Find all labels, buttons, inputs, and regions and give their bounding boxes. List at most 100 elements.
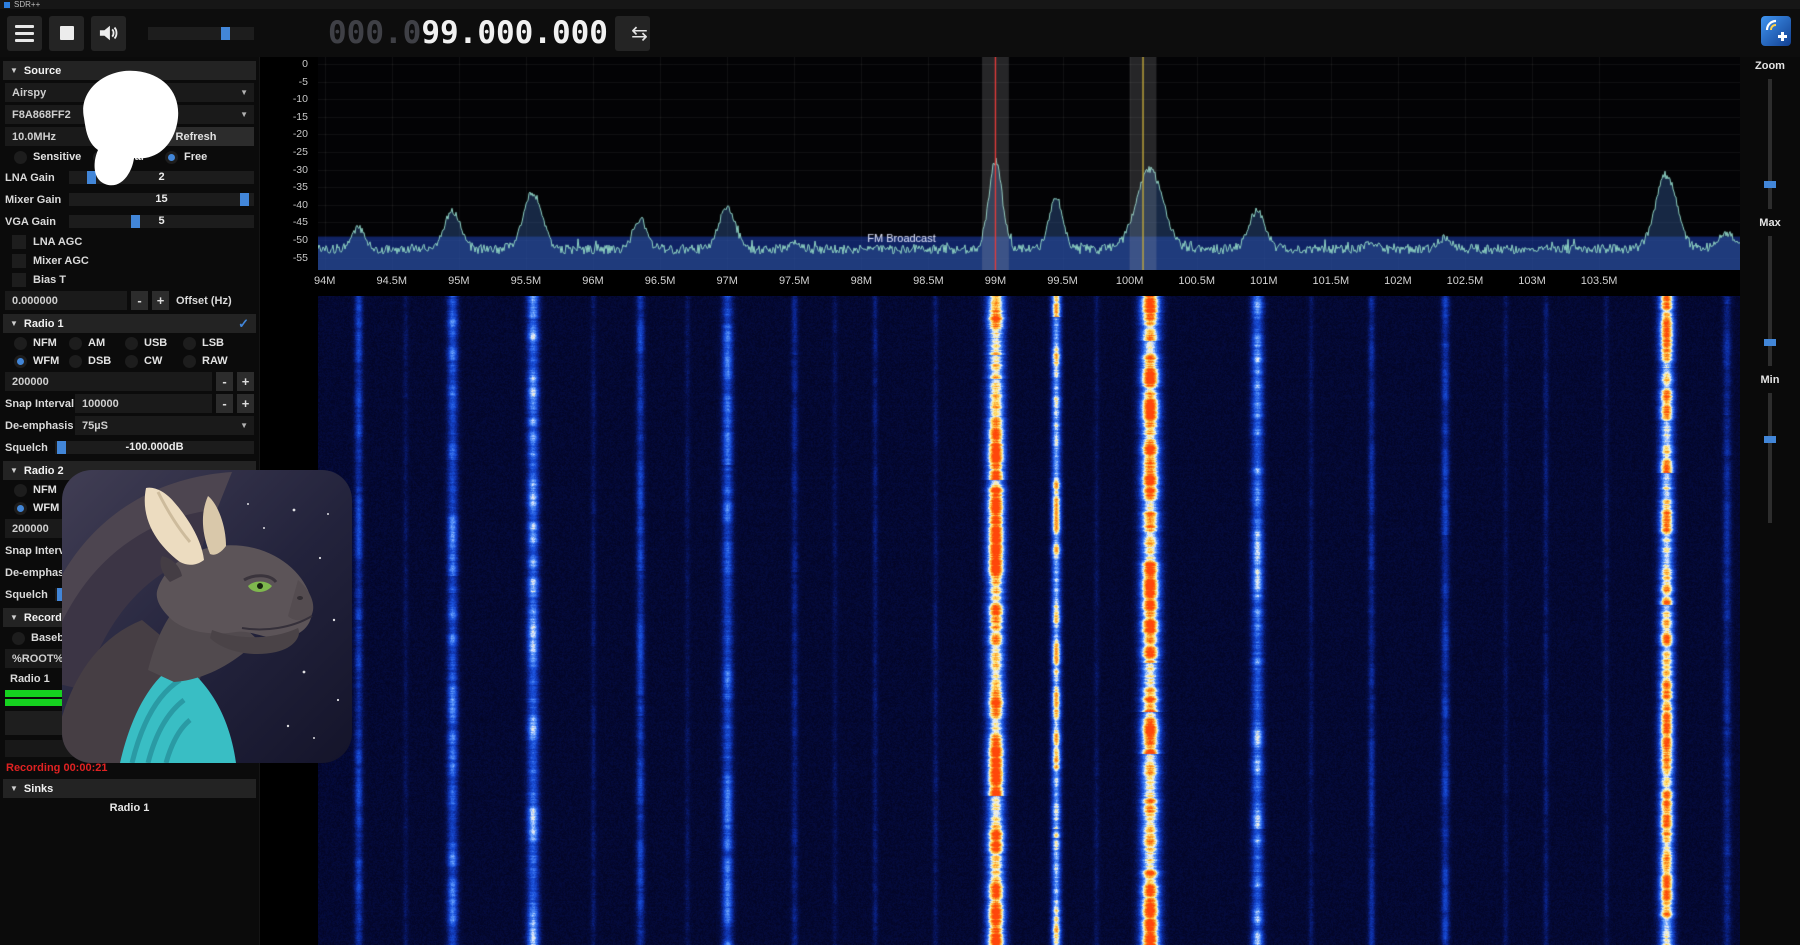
mode-cw[interactable]: CW xyxy=(125,355,183,368)
freq-tick-label: 98.5M xyxy=(903,275,953,287)
min-slider[interactable] xyxy=(1768,393,1772,523)
bandwidth-decrement-button[interactable]: - xyxy=(216,372,233,391)
frequency-display[interactable]: 000.099.000.000 xyxy=(328,15,608,51)
db-axis: 0-5-10-15-20-25-30-35-40-45-50-55 xyxy=(260,57,318,270)
slider-handle[interactable] xyxy=(1764,436,1776,443)
mode-wfm[interactable]: WFM xyxy=(5,502,69,515)
snap-input[interactable]: 100000 xyxy=(75,394,212,413)
gain-slider-row: VGA Gain5 xyxy=(5,212,254,231)
section-header-sinks[interactable]: ▼ Sinks xyxy=(3,779,256,798)
snap-decrement-button[interactable]: - xyxy=(216,394,233,413)
speaker-icon xyxy=(99,24,119,42)
waterfall-display[interactable] xyxy=(318,296,1740,945)
freq-tick-label: 95M xyxy=(434,275,484,287)
mode-nfm[interactable]: NFM xyxy=(5,337,69,350)
db-tick-label: -55 xyxy=(260,252,308,264)
gain-slider-track[interactable]: 5 xyxy=(69,215,254,228)
checkbox-label: Bias T xyxy=(33,274,66,286)
section-header-radio1[interactable]: ▼ Radio 1 ✓ xyxy=(3,314,256,333)
gain-slider-label: LNA Gain xyxy=(5,172,69,184)
radio1-enabled-check-icon[interactable]: ✓ xyxy=(238,316,249,332)
checkbox-box[interactable] xyxy=(12,235,26,249)
mode-lsb[interactable]: LSB xyxy=(183,337,243,350)
stop-button[interactable] xyxy=(49,16,84,51)
checkbox-bias-t[interactable]: Bias T xyxy=(12,272,254,288)
mode-label: NFM xyxy=(33,337,57,349)
zoom-slider[interactable] xyxy=(1768,79,1772,209)
mode-label: AM xyxy=(88,337,105,349)
tuning-mode-button[interactable]: ⇆ xyxy=(615,16,650,51)
slider-handle[interactable] xyxy=(1764,181,1776,188)
radio-icon xyxy=(183,337,196,350)
freq-tick-label: 97.5M xyxy=(769,275,819,287)
max-slider[interactable] xyxy=(1768,236,1772,366)
freq-tick-label: 102.5M xyxy=(1440,275,1490,287)
chevron-down-icon: ▼ xyxy=(240,88,248,97)
checkbox-lna-agc[interactable]: LNA AGC xyxy=(12,234,254,250)
radio-icon xyxy=(14,502,27,515)
checkbox-box[interactable] xyxy=(12,254,26,268)
offset-decrement-button[interactable]: - xyxy=(131,291,148,310)
freq-tick-label: 101.5M xyxy=(1306,275,1356,287)
radio-icon xyxy=(69,337,82,350)
db-tick-label: -50 xyxy=(260,234,308,246)
max-label: Max xyxy=(1740,217,1800,229)
squelch-value: -100.000dB xyxy=(55,441,254,454)
zoom-label: Zoom xyxy=(1740,60,1800,72)
checkbox-label: Mixer AGC xyxy=(33,255,89,267)
freq-tick-label: 94M xyxy=(300,275,350,287)
window-icon xyxy=(4,2,10,8)
bandwidth-increment-button[interactable]: + xyxy=(237,372,254,391)
section-title: Radio 2 xyxy=(24,465,64,477)
checkbox-box[interactable] xyxy=(12,273,26,287)
hamburger-icon xyxy=(15,25,34,42)
snap-value: 100000 xyxy=(82,398,119,410)
collapse-arrow-icon: ▼ xyxy=(10,319,18,328)
deemphasis-value: 75µS xyxy=(82,420,108,432)
fft-spectrum-plot[interactable] xyxy=(318,57,1740,270)
window-titlebar: SDR++ xyxy=(0,0,1800,9)
snap-label: Snap Interval xyxy=(5,398,75,410)
radio-icon xyxy=(14,151,27,164)
offset-input[interactable]: 0.000000 xyxy=(5,291,127,310)
mode-label: WFM xyxy=(33,355,59,367)
record-stream-select[interactable]: Radio 1 xyxy=(10,673,50,685)
menu-button[interactable] xyxy=(7,16,42,51)
radio-icon xyxy=(125,355,138,368)
section-title: Sinks xyxy=(24,783,53,795)
gain-slider-value: 5 xyxy=(69,215,254,228)
mode-usb[interactable]: USB xyxy=(125,337,183,350)
freq-tick-label: 96M xyxy=(568,275,618,287)
freq-tick-label: 96.5M xyxy=(635,275,685,287)
volume-slider[interactable] xyxy=(148,27,254,40)
radio1-bandwidth-input[interactable]: 200000 xyxy=(5,372,212,391)
frequency-dim-digits: 000.0 xyxy=(328,15,421,51)
baseband-radio[interactable] xyxy=(12,632,25,645)
deemphasis-label: De-emphasis xyxy=(5,420,75,432)
offset-increment-button[interactable]: + xyxy=(152,291,169,310)
frequency-active-digits: 99.000.000 xyxy=(421,15,608,51)
deemphasis-dropdown[interactable]: 75µS ▼ xyxy=(75,416,254,435)
slider-handle[interactable] xyxy=(1764,339,1776,346)
minus-icon: - xyxy=(137,293,141,308)
db-tick-label: -10 xyxy=(260,93,308,105)
menubar: 000.099.000.000 ⇆ xyxy=(0,9,1800,57)
mute-button[interactable] xyxy=(91,16,126,51)
checkbox-mixer-agc[interactable]: Mixer AGC xyxy=(12,253,254,269)
db-tick-label: -40 xyxy=(260,199,308,211)
db-tick-label: -45 xyxy=(260,216,308,228)
radio-icon xyxy=(14,337,27,350)
section-title: Radio 1 xyxy=(24,318,64,330)
volume-slider-handle[interactable] xyxy=(221,27,230,40)
radio1-squelch-slider[interactable]: -100.000dB xyxy=(55,441,254,454)
display-controls: Zoom Max Min xyxy=(1740,57,1800,945)
mode-nfm[interactable]: NFM xyxy=(5,484,69,497)
radio-icon xyxy=(14,484,27,497)
snap-increment-button[interactable]: + xyxy=(237,394,254,413)
frequency-axis: 94M94.5M95M95.5M96M96.5M97M97.5M98M98.5M… xyxy=(318,272,1740,294)
mode-dsb[interactable]: DSB xyxy=(69,355,125,368)
mode-raw[interactable]: RAW xyxy=(183,355,243,368)
recording-time: Recording 00:00:21 xyxy=(6,762,253,774)
mode-wfm[interactable]: WFM xyxy=(5,355,69,368)
mode-am[interactable]: AM xyxy=(69,337,125,350)
